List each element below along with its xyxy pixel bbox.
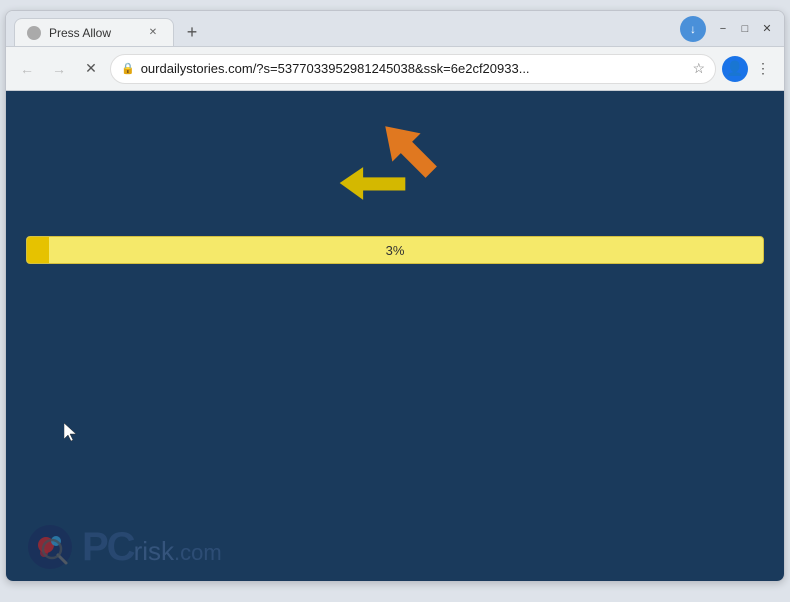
pcrisk-logo <box>26 523 74 571</box>
arrows-container <box>335 111 455 211</box>
yellow-arrow <box>335 161 410 211</box>
lock-icon: 🔒 <box>121 62 135 75</box>
watermark-com: com <box>180 540 222 566</box>
progress-bar-fill <box>27 237 49 263</box>
bookmark-star-icon[interactable]: ☆ <box>692 60 705 77</box>
minimize-button[interactable]: − <box>714 20 732 38</box>
browser-window: Press Allow ✕ + ↓ − □ ✕ ← → ✕ 🔒 ourdaily… <box>5 10 785 582</box>
download-icon[interactable]: ↓ <box>680 16 706 42</box>
more-options-button[interactable]: ⋮ <box>750 56 776 82</box>
window-controls: − □ ✕ <box>714 20 776 38</box>
maximize-button[interactable]: □ <box>736 20 754 38</box>
progress-bar-container: 3% <box>26 236 764 264</box>
back-button[interactable]: ← <box>14 56 40 82</box>
toolbar-icons: 👤 ⋮ <box>722 56 776 82</box>
reload-button[interactable]: ✕ <box>78 56 104 82</box>
address-bar[interactable]: 🔒 ourdailystories.com/?s=537703395298124… <box>110 54 716 84</box>
progress-label: 3% <box>386 243 405 258</box>
active-tab[interactable]: Press Allow ✕ <box>14 18 174 46</box>
new-tab-button[interactable]: + <box>178 18 206 46</box>
tab-close-button[interactable]: ✕ <box>145 25 161 41</box>
tab-title: Press Allow <box>49 26 137 40</box>
profile-icon[interactable]: 👤 <box>722 56 748 82</box>
address-bar-row: ← → ✕ 🔒 ourdailystories.com/?s=537703395… <box>6 47 784 91</box>
page-content: 3% PC <box>6 91 784 581</box>
url-text: ourdailystories.com/?s=53770339529812450… <box>141 61 687 76</box>
watermark: PC risk . com <box>26 523 222 571</box>
title-bar: Press Allow ✕ + ↓ − □ ✕ <box>6 11 784 47</box>
forward-button[interactable]: → <box>46 56 72 82</box>
tab-favicon <box>27 26 41 40</box>
close-button[interactable]: ✕ <box>758 20 776 38</box>
profile-avatar-icon: 👤 <box>726 60 743 77</box>
watermark-pc: PC <box>82 525 134 570</box>
progress-bar-background: 3% <box>26 236 764 264</box>
tab-area: Press Allow ✕ + <box>14 11 680 46</box>
watermark-risk: risk <box>134 536 174 567</box>
watermark-text: PC risk . com <box>82 525 222 570</box>
cursor <box>64 423 76 441</box>
